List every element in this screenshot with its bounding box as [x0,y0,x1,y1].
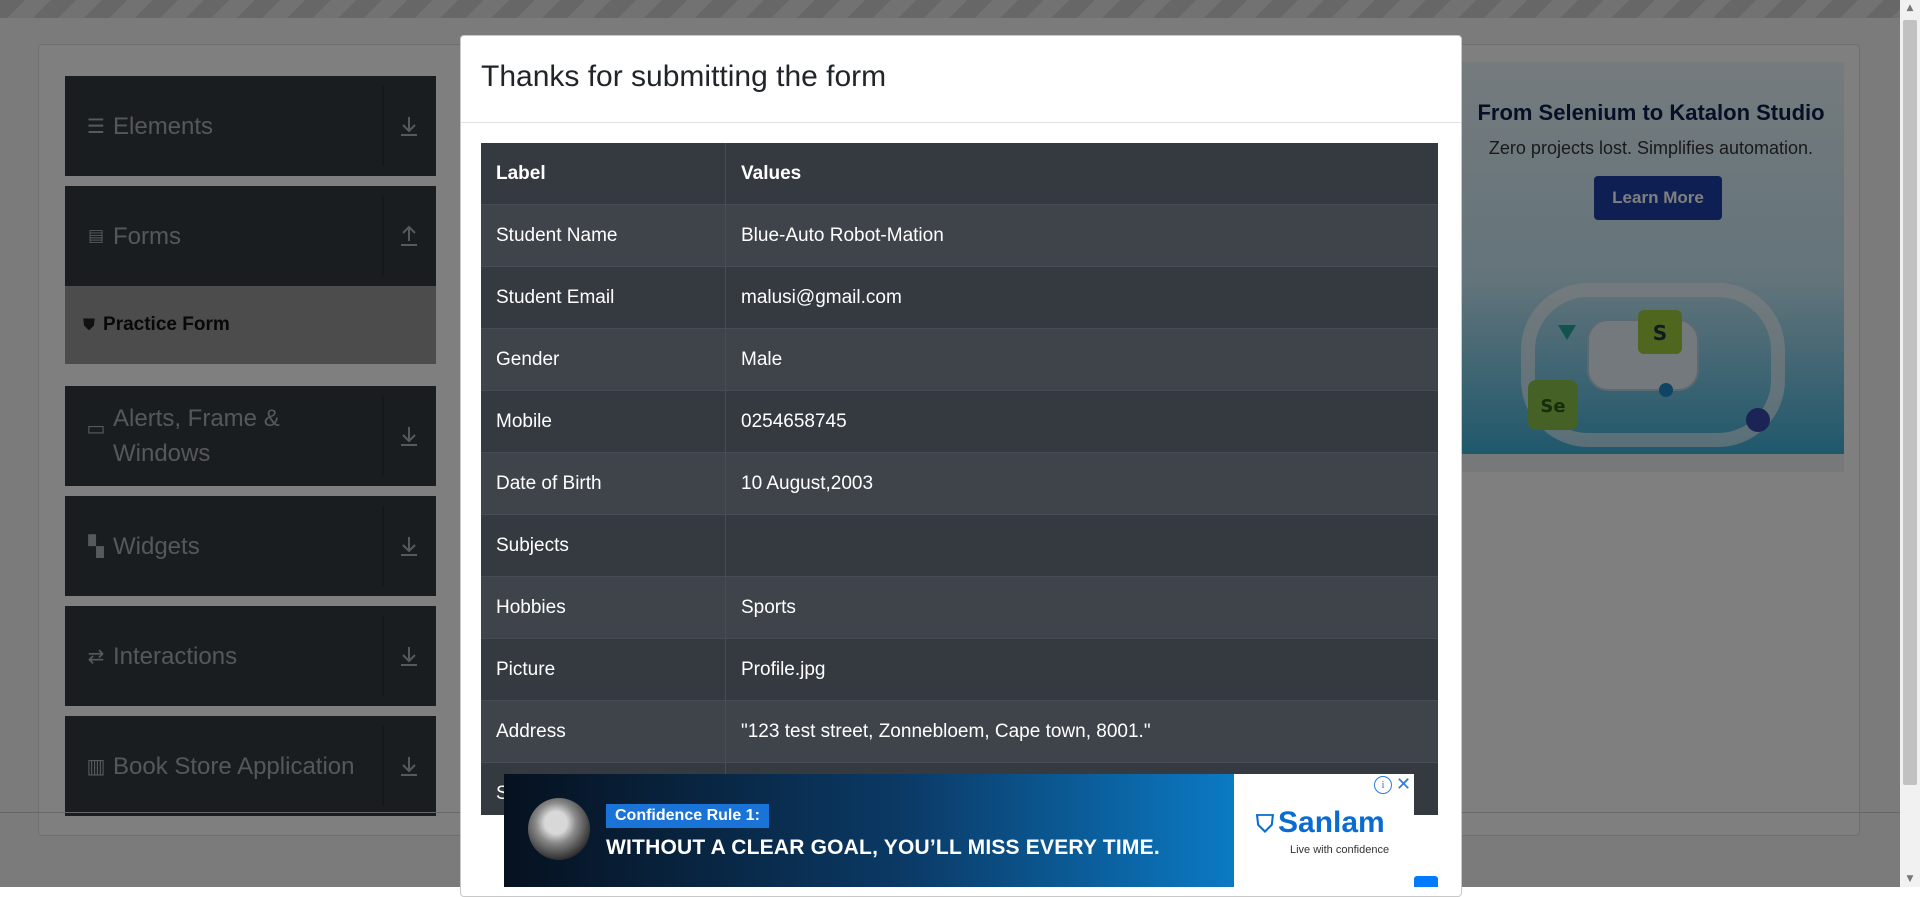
ad-info-icon[interactable]: i [1374,776,1392,794]
table-row: Address "123 test street, Zonnebloem, Ca… [481,700,1438,763]
row-value: Male [725,328,1438,391]
submission-modal: Thanks for submitting the form Label Val… [460,35,1462,897]
shield-icon: ⛉ [1256,811,1274,838]
row-value: 10 August,2003 [725,452,1438,515]
ad-tag: Confidence Rule 1: [606,804,769,828]
row-label: Mobile [481,390,726,453]
table-row: Hobbies Sports [481,576,1438,639]
row-value: Sports [725,576,1438,639]
row-value: Profile.jpg [725,638,1438,701]
modal-title: Thanks for submitting the form [481,60,887,93]
table-row: Student Name Blue-Auto Robot-Mation [481,204,1438,267]
page-scrollbar[interactable]: ▲ ▼ [1900,0,1920,887]
table-row: Date of Birth 10 August,2003 [481,452,1438,515]
close-button[interactable] [1414,876,1438,887]
row-label: Subjects [481,514,726,577]
row-value: malusi@gmail.com [725,266,1438,329]
row-value: Blue-Auto Robot-Mation [725,204,1438,267]
table-row: Gender Male [481,328,1438,391]
results-table-container[interactable]: Label Values Student Name Blue-Auto Robo… [481,143,1438,815]
bottom-advertisement[interactable]: Confidence Rule 1: WITHOUT A CLEAR GOAL,… [504,774,1414,887]
table-header-row: Label Values [481,143,1438,205]
row-label: Picture [481,638,726,701]
row-label: Student Name [481,204,726,267]
table-row: Picture Profile.jpg [481,638,1438,701]
column-header-values: Values [725,143,1438,205]
row-label: Gender [481,328,726,391]
row-value [725,514,1438,577]
row-value: 0254658745 [725,390,1438,453]
table-row: Mobile 0254658745 [481,390,1438,453]
table-row: Student Email malusi@gmail.com [481,266,1438,329]
person-portrait [528,798,590,860]
scroll-up-arrow-icon[interactable]: ▲ [1900,0,1920,16]
row-label: Student Email [481,266,726,329]
results-table: Label Values Student Name Blue-Auto Robo… [481,143,1438,815]
brand-name: Sanlam [1278,806,1385,839]
row-label: Hobbies [481,576,726,639]
scroll-down-arrow-icon[interactable]: ▼ [1900,871,1920,887]
ad-headline: WITHOUT A CLEAR GOAL, YOU’LL MISS EVERY … [606,836,1160,859]
sanlam-logo: ⛉ Sanlam [1256,806,1385,840]
column-header-label: Label [481,143,726,205]
brand-tagline: Live with confidence [1290,844,1390,856]
row-label: Date of Birth [481,452,726,515]
ad-banner-image: Confidence Rule 1: WITHOUT A CLEAR GOAL,… [504,774,1234,887]
row-value: "123 test street, Zonnebloem, Cape town,… [725,700,1438,763]
ad-close-icon[interactable]: ✕ [1396,774,1411,795]
scrollbar-thumb[interactable] [1903,20,1917,785]
table-row: Subjects [481,514,1438,577]
row-label: Address [481,700,726,763]
modal-header-divider [461,122,1461,123]
